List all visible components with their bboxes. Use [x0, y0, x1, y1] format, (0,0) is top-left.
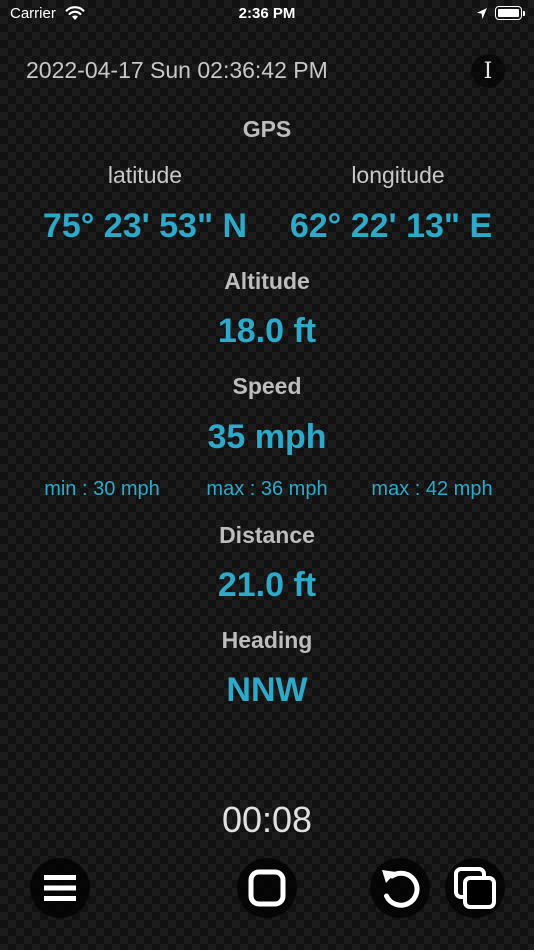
text-cursor-icon: I: [483, 58, 493, 84]
altitude-value: 18.0 ft: [217, 312, 317, 350]
longitude-label: longitude: [351, 162, 445, 188]
speed-value: 35 mph: [207, 418, 327, 456]
speed-label: Speed: [232, 373, 302, 399]
location-arrow-icon: [477, 8, 487, 19]
latitude-label: latitude: [107, 162, 183, 188]
speed-min: min : 30 mph: [44, 478, 160, 500]
info-button[interactable]: I: [471, 54, 505, 88]
altitude-label: Altitude: [224, 268, 310, 294]
stop-button[interactable]: [237, 858, 297, 918]
heading-value: NNW: [226, 671, 308, 709]
reset-button[interactable]: [370, 858, 430, 918]
longitude-value: 62° 22' 13" E: [289, 207, 493, 245]
gps-label: GPS: [242, 116, 292, 142]
copy-icon: [454, 867, 496, 909]
status-bar: Carrier 2:36 PM: [0, 0, 534, 28]
copy-button[interactable]: [445, 858, 505, 918]
current-datetime: 2022-04-17 Sun 02:36:42 PM: [26, 57, 328, 83]
heading-label: Heading: [221, 627, 313, 653]
menu-icon: [44, 875, 76, 901]
latitude-value: 75° 23' 53" N: [42, 207, 248, 245]
speed-max-2: max : 42 mph: [371, 478, 493, 500]
distance-value: 21.0 ft: [217, 566, 317, 604]
menu-button[interactable]: [30, 858, 90, 918]
stop-icon: [248, 869, 286, 907]
battery-icon: [495, 6, 525, 20]
status-time: 2:36 PM: [238, 5, 296, 22]
elapsed-timer: 00:08: [221, 799, 313, 840]
speed-max: max : 36 mph: [206, 478, 328, 500]
distance-label: Distance: [219, 522, 315, 548]
reset-icon: [382, 870, 420, 908]
